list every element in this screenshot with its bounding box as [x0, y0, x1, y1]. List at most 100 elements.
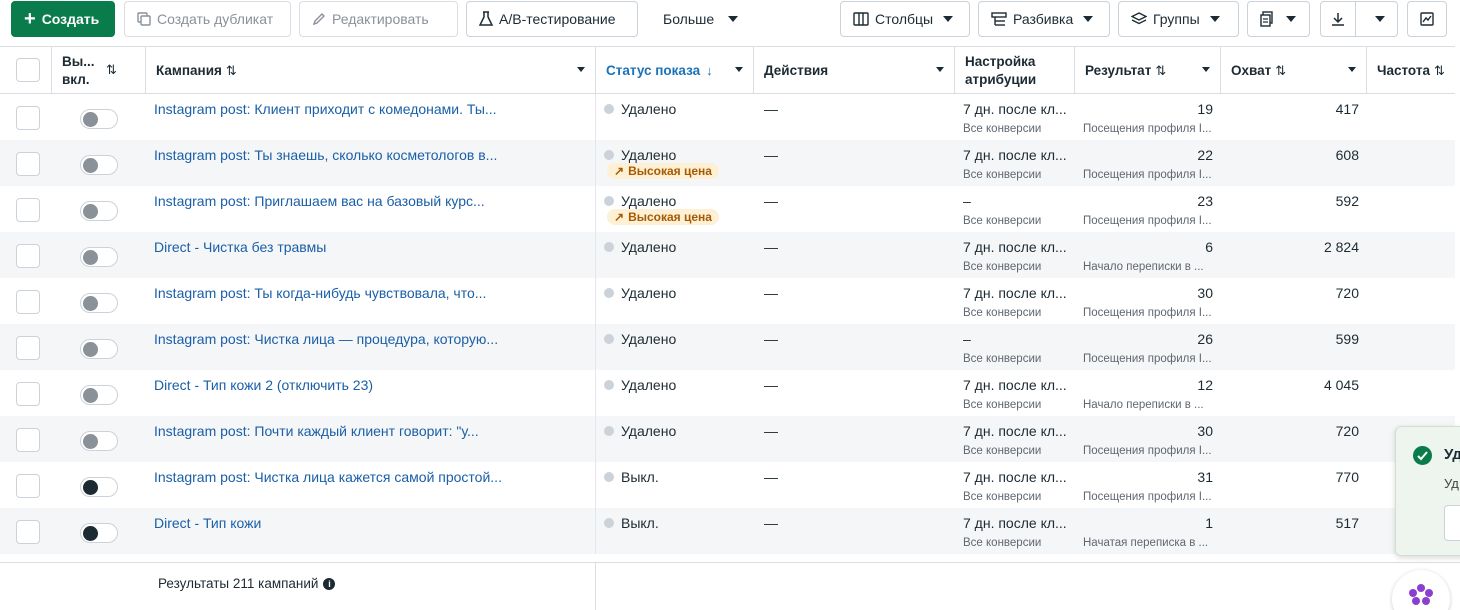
reports-button[interactable] [1247, 1, 1310, 37]
sort-icon[interactable]: ⇅ [1275, 63, 1286, 79]
campaign-name-link[interactable]: Instagram post: Ты знаешь, сколько косме… [154, 147, 497, 163]
toast-action-button[interactable] [1444, 505, 1460, 541]
info-icon[interactable]: i [323, 577, 336, 590]
chevron-down-icon[interactable] [1202, 67, 1210, 72]
campaign-name-link[interactable]: Instagram post: Почти каждый клиент гово… [154, 423, 479, 439]
reach-value: 720 [1335, 423, 1359, 439]
campaign-name-link[interactable]: Instagram post: Чистка лица кажется само… [154, 469, 502, 485]
result-value[interactable]: 19 [1083, 101, 1213, 117]
campaign-toggle[interactable] [80, 247, 118, 267]
campaign-toggle[interactable] [80, 201, 118, 221]
edit-button[interactable]: Редактировать [299, 1, 458, 37]
campaign-toggle[interactable] [80, 109, 118, 129]
row-checkbox[interactable] [16, 382, 40, 406]
table-row[interactable]: Instagram post: Приглашаем вас на базовы… [0, 186, 1455, 232]
sort-icon[interactable]: ⇅ [226, 63, 237, 79]
select-all-checkbox[interactable] [16, 58, 40, 82]
report-icon [1260, 11, 1273, 27]
export-dropdown[interactable] [1362, 16, 1397, 22]
campaign-toggle[interactable] [80, 477, 118, 497]
ab-test-button[interactable]: A/B-тестирование [466, 1, 638, 37]
result-value[interactable]: 1 [1083, 515, 1213, 531]
table-row[interactable]: Direct - Тип кожи Выкл. — 7 дн. после кл...… [0, 508, 1455, 554]
row-checkbox[interactable] [16, 152, 40, 176]
result-value[interactable]: 12 [1083, 377, 1213, 393]
attribution-sub: Все конверсии [963, 169, 1042, 181]
header-result[interactable]: Результат ⇅ [1075, 47, 1221, 94]
campaign-toggle[interactable] [80, 293, 118, 313]
campaign-name-link[interactable]: Instagram post: Ты когда-нибудь чувствов… [154, 285, 486, 301]
result-value[interactable]: 31 [1083, 469, 1213, 485]
column-divider [595, 416, 596, 462]
create-button[interactable]: + Создать [11, 1, 115, 37]
chart-button[interactable] [1407, 1, 1447, 37]
campaign-name-link[interactable]: Direct - Чистка без травмы [154, 239, 326, 255]
export-button[interactable] [1320, 1, 1398, 37]
row-checkbox[interactable] [16, 336, 40, 360]
table-row[interactable]: Instagram post: Чистка лица кажется само… [0, 462, 1455, 508]
duplicate-button[interactable]: Создать дубликат [124, 1, 291, 37]
result-value[interactable]: 30 [1083, 423, 1213, 439]
table-row[interactable]: Instagram post: Чистка лица — процедура,… [0, 324, 1455, 370]
header-select-cell [0, 47, 52, 94]
table-row[interactable]: Instagram post: Ты когда-нибудь чувствов… [0, 278, 1455, 324]
high-cost-badge[interactable]: ↗ Высокая цена [607, 209, 719, 225]
assistant-button[interactable] [1392, 570, 1450, 610]
header-attribution[interactable]: Настройка атрибуции [955, 47, 1075, 94]
chevron-down-icon[interactable] [577, 67, 585, 72]
more-button[interactable]: Больше [650, 1, 750, 37]
columns-button[interactable]: Столбцы [840, 1, 970, 37]
header-onoff[interactable]: Вы... вкл. ⇅ [52, 47, 146, 94]
campaign-name-link[interactable]: Direct - Тип кожи 2 (отключить 23) [154, 377, 373, 393]
row-checkbox[interactable] [16, 290, 40, 314]
table-row[interactable]: Instagram post: Почти каждый клиент гово… [0, 416, 1455, 462]
arrow-down-icon[interactable]: ↓ [706, 63, 713, 78]
header-frequency[interactable]: Частота ⇅ [1367, 47, 1455, 94]
result-value[interactable]: 30 [1083, 285, 1213, 301]
row-checkbox[interactable] [16, 474, 40, 498]
campaign-name-link[interactable]: Instagram post: Клиент приходит с комедо… [154, 101, 497, 117]
result-value[interactable]: 22 [1083, 147, 1213, 163]
sort-icon[interactable]: ⇅ [1155, 63, 1166, 79]
breakdown-button[interactable]: Разбивка [978, 1, 1110, 37]
campaign-name-link[interactable]: Instagram post: Чистка лица — процедура,… [154, 331, 498, 347]
row-checkbox[interactable] [16, 244, 40, 268]
campaign-toggle[interactable] [80, 385, 118, 405]
row-checkbox[interactable] [16, 428, 40, 452]
sort-icon[interactable]: ⇅ [1434, 63, 1445, 79]
table-row[interactable]: Direct - Тип кожи 2 (отключить 23) Удален… [0, 370, 1455, 416]
header-attribution-label: Настройка атрибуции [965, 53, 1037, 87]
campaign-toggle[interactable] [80, 523, 118, 543]
campaign-name-link[interactable]: Instagram post: Приглашаем вас на базовы… [154, 193, 485, 209]
result-value[interactable]: 26 [1083, 331, 1213, 347]
chevron-down-icon[interactable] [735, 67, 743, 72]
table-row[interactable]: Instagram post: Клиент приходит с комедо… [0, 94, 1455, 140]
result-value[interactable]: 6 [1083, 239, 1213, 255]
header-actions[interactable]: Действия [754, 47, 955, 94]
status-label: Удалено [621, 101, 677, 117]
table-row[interactable]: Direct - Чистка без травмы Удалено — 7 дн. … [0, 232, 1455, 278]
download-button[interactable] [1321, 2, 1357, 36]
flower-icon [1409, 584, 1433, 605]
header-campaign[interactable]: Кампания ⇅ [146, 47, 596, 94]
campaign-toggle[interactable] [80, 431, 118, 451]
row-checkbox[interactable] [16, 520, 40, 544]
row-checkbox[interactable] [16, 106, 40, 130]
chevron-down-icon[interactable] [936, 67, 944, 72]
groups-button[interactable]: Группы [1118, 1, 1239, 37]
result-type: Начало переписки в ... [1083, 399, 1204, 411]
table-row[interactable]: Instagram post: Ты знаешь, сколько косме… [0, 140, 1455, 186]
reach-value: 770 [1335, 469, 1359, 485]
reach-value: 720 [1335, 285, 1359, 301]
high-cost-badge[interactable]: ↗ Высокая цена [607, 163, 719, 179]
campaign-name-link[interactable]: Direct - Тип кожи [154, 515, 261, 531]
result-value[interactable]: 23 [1083, 193, 1213, 209]
campaign-toggle[interactable] [80, 155, 118, 175]
chevron-down-icon[interactable] [1348, 67, 1356, 72]
campaign-toggle[interactable] [80, 339, 118, 359]
row-checkbox[interactable] [16, 198, 40, 222]
sort-icon[interactable]: ⇅ [106, 61, 117, 79]
delivery-status: Удалено [604, 147, 676, 163]
header-status[interactable]: Статус показа ↓ [596, 47, 754, 94]
header-reach[interactable]: Охват ⇅ [1221, 47, 1367, 94]
